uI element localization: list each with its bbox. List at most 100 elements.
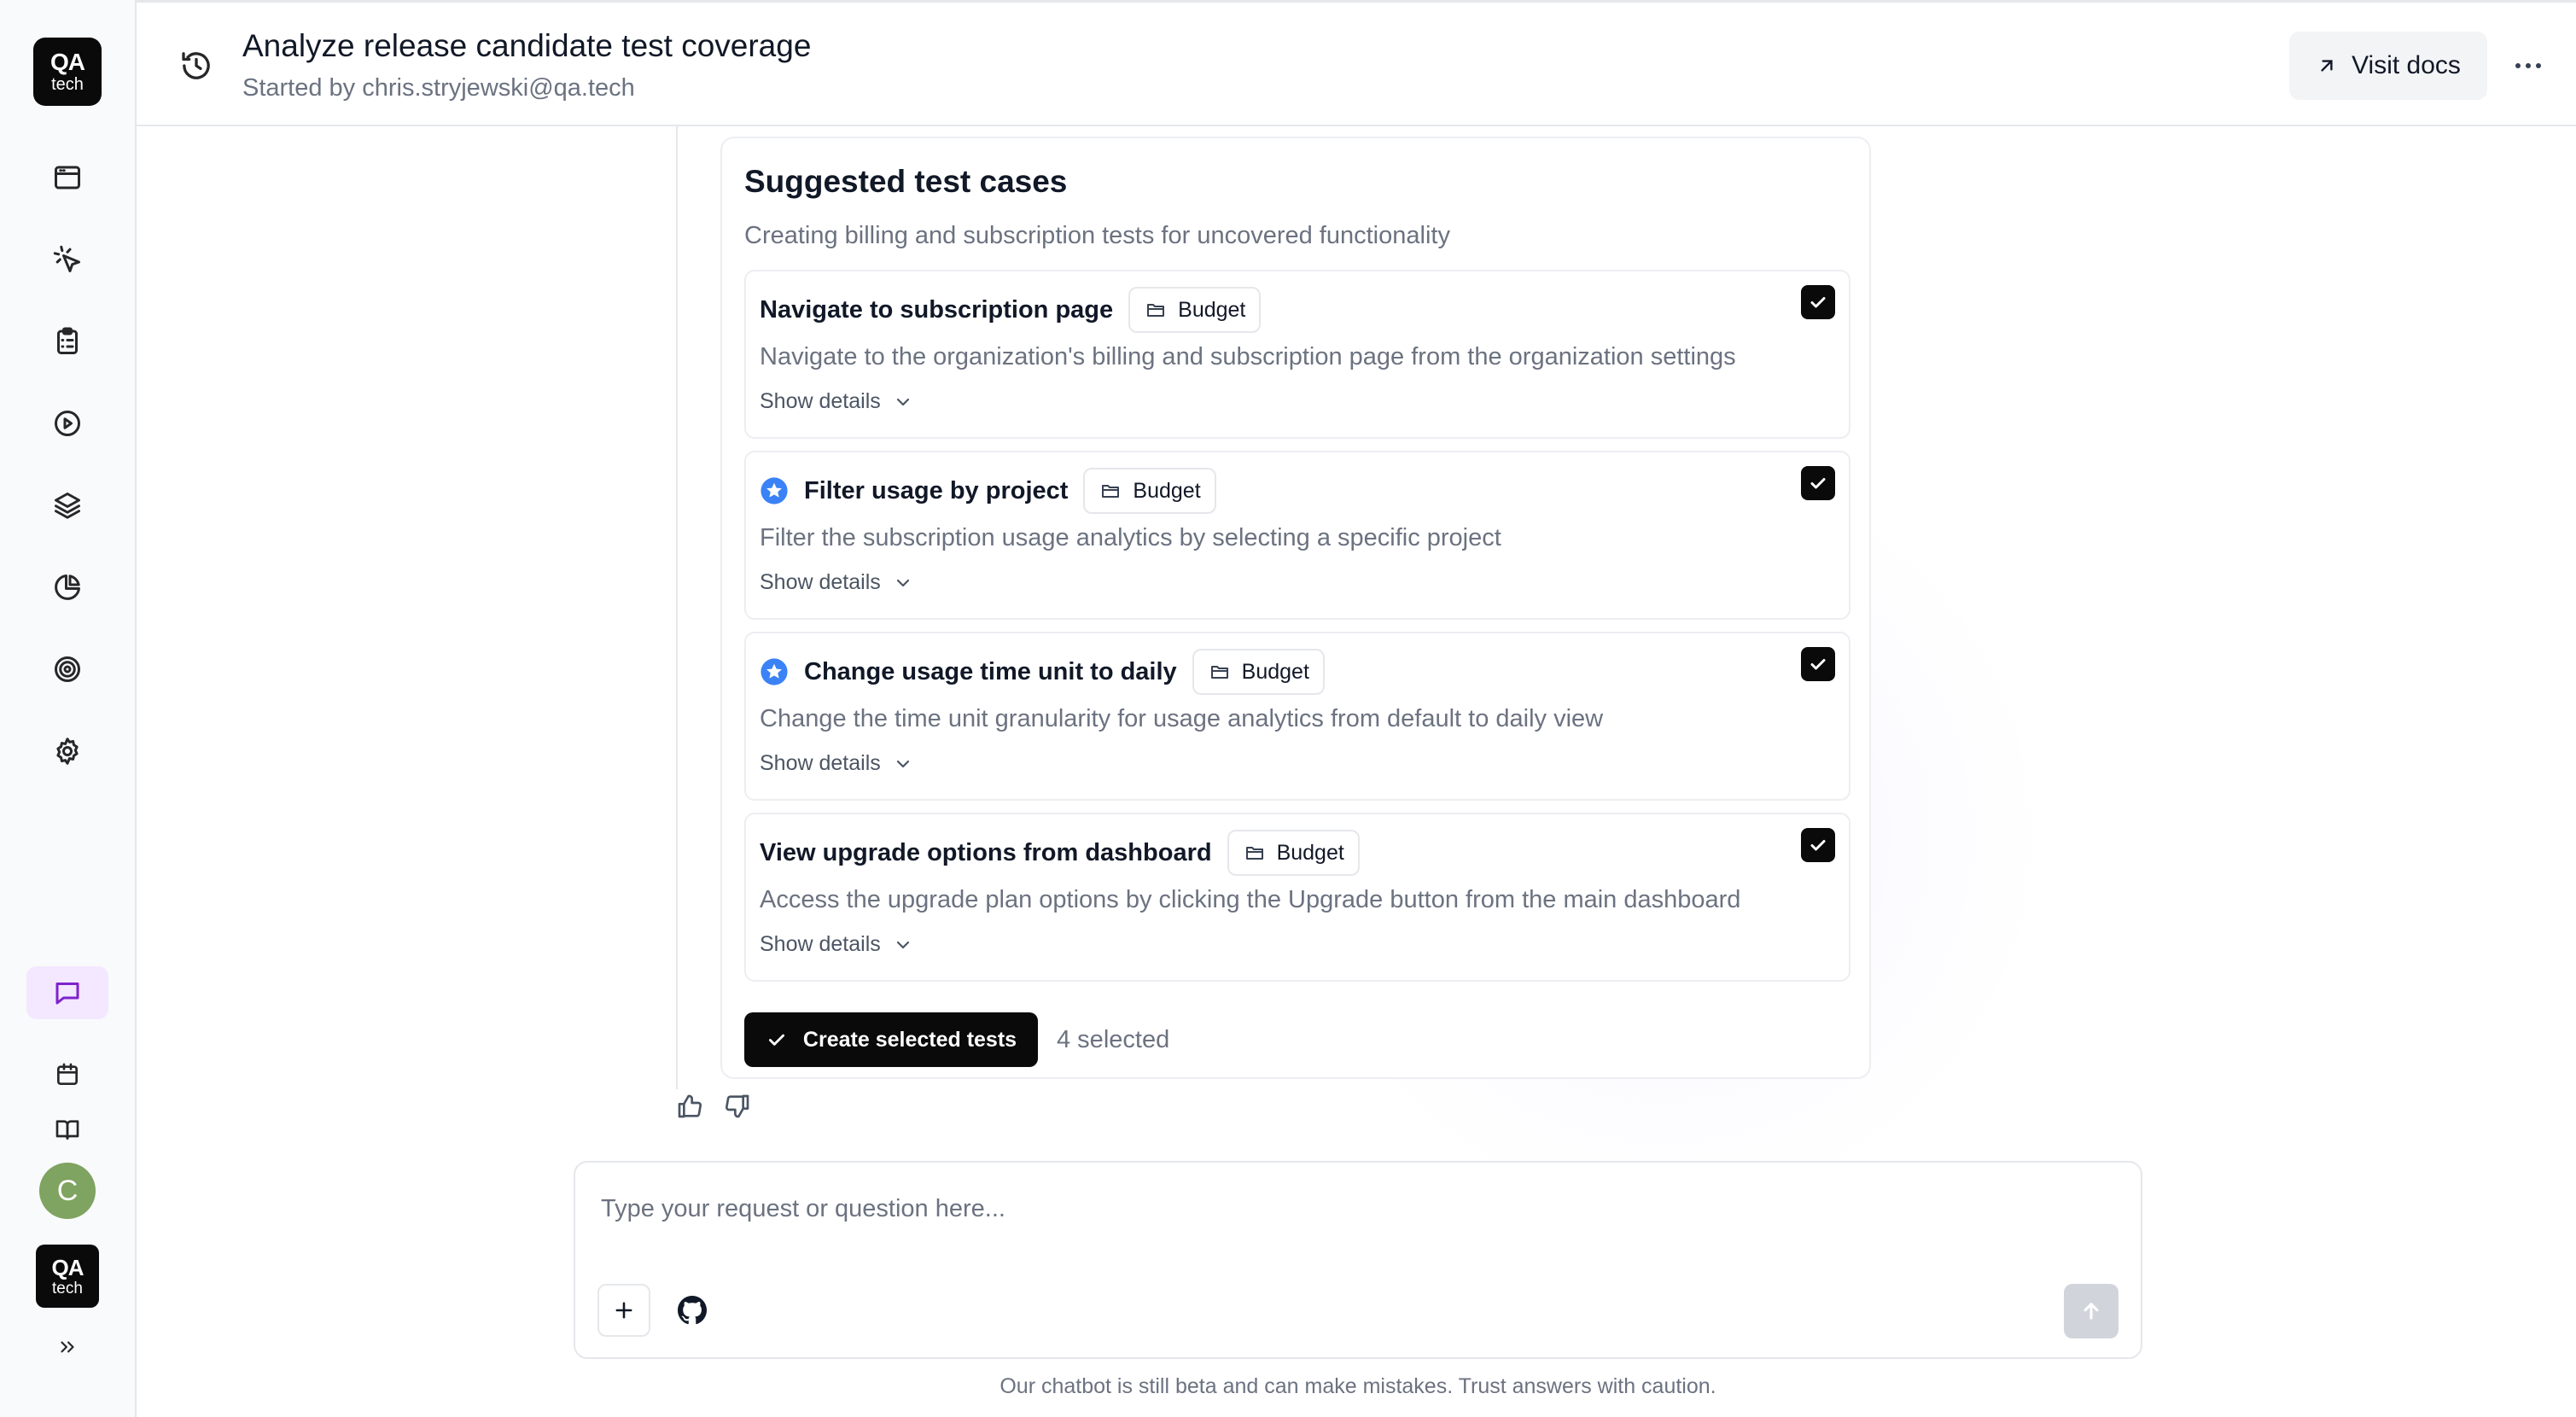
plus-icon (615, 1302, 632, 1319)
expand-sidebar-button[interactable] (41, 1321, 94, 1373)
nav-item-chat[interactable] (26, 966, 108, 1019)
nav-item-environments[interactable] (41, 479, 94, 532)
show-details-label: Show details (760, 932, 881, 956)
show-details-label: Show details (760, 751, 881, 775)
check-icon (1810, 840, 1826, 851)
show-details-toggle[interactable]: Show details (760, 932, 913, 957)
message-composer (574, 1161, 2142, 1359)
pie-chart-icon (55, 574, 80, 600)
test-case-title: Change usage time unit to daily (804, 657, 1177, 685)
nav-item-test-cases[interactable] (41, 315, 94, 368)
folder-tag: Budget (1192, 649, 1325, 695)
folder-tag-label: Budget (1276, 840, 1344, 865)
check-icon (1810, 297, 1826, 308)
show-details-toggle[interactable]: Show details (760, 389, 913, 414)
book-icon (55, 1120, 79, 1140)
thumbs-down-button[interactable] (720, 1089, 755, 1123)
nav-item-calendar[interactable] (41, 1048, 94, 1101)
star-badge-icon (760, 476, 789, 505)
show-details-label: Show details (760, 570, 881, 594)
logo-text-sub: tech (51, 75, 84, 94)
user-avatar[interactable]: C (39, 1163, 96, 1219)
nav-item-browser[interactable] (41, 151, 94, 204)
test-case-description: Filter the subscription usage analytics … (760, 524, 1501, 551)
org-logo-text-sub: tech (52, 1279, 83, 1297)
history-icon (182, 52, 210, 79)
nav-item-goals[interactable] (41, 643, 94, 696)
github-button[interactable] (669, 1287, 715, 1333)
test-case-checkbox[interactable] (1801, 285, 1835, 319)
test-case-item: Navigate to subscription page Budget Nav… (744, 270, 1850, 439)
card-subtitle: Creating billing and subscription tests … (744, 222, 1450, 249)
test-case-title: View upgrade options from dashboard (760, 838, 1212, 866)
nav-item-settings[interactable] (41, 725, 94, 778)
send-button[interactable] (2064, 1284, 2118, 1338)
play-circle-icon (55, 411, 80, 436)
browser-window-icon (55, 166, 80, 190)
message-input[interactable] (601, 1187, 2103, 1231)
create-selected-tests-button[interactable]: Create selected tests (744, 1012, 1038, 1067)
beta-disclaimer: Our chatbot is still beta and can make m… (1000, 1374, 1716, 1398)
chat-main: Suggested test cases Creating billing an… (137, 126, 2576, 1417)
test-case-header: View upgrade options from dashboard Budg… (760, 830, 1360, 876)
folder-tag-label: Budget (1241, 659, 1309, 684)
check-icon (768, 1034, 784, 1046)
star-badge-icon (760, 657, 789, 686)
calendar-icon (57, 1063, 78, 1085)
more-dot (2536, 63, 2541, 68)
show-details-toggle[interactable]: Show details (760, 751, 913, 776)
qa-tech-logo[interactable]: QA tech (33, 38, 102, 106)
test-case-description: Navigate to the organization's billing a… (760, 343, 1736, 370)
nav-item-runs[interactable] (41, 397, 94, 450)
nav-item-docs[interactable] (41, 1103, 94, 1156)
test-case-description: Change the time unit granularity for usa… (760, 705, 1604, 732)
target-icon (55, 656, 80, 682)
test-case-header: Filter usage by project Budget (760, 468, 1216, 514)
folder-icon (1210, 666, 1228, 679)
folder-tag: Budget (1083, 468, 1216, 514)
visit-docs-button[interactable]: Visit docs (2289, 32, 2487, 100)
page-title: Analyze release candidate test coverage (242, 28, 812, 63)
card-title: Suggested test cases (744, 164, 1068, 199)
show-details-toggle[interactable]: Show details (760, 570, 913, 595)
arrow-up-icon (2084, 1303, 2099, 1320)
test-case-title: Filter usage by project (804, 476, 1069, 504)
test-case-checkbox[interactable] (1801, 466, 1835, 500)
nav-item-interactions[interactable] (41, 233, 94, 286)
more-dot (2526, 63, 2531, 68)
thumbs-up-button[interactable] (673, 1089, 707, 1123)
test-case-item: Change usage time unit to daily Budget C… (744, 632, 1850, 801)
test-case-header: Navigate to subscription page Budget (760, 287, 1262, 333)
arrow-up-right-icon (2321, 60, 2333, 72)
organization-logo[interactable]: QA tech (36, 1245, 99, 1308)
check-icon (1810, 659, 1826, 670)
folder-tag: Budget (1227, 830, 1360, 876)
nav-item-analytics[interactable] (41, 561, 94, 614)
gear-icon (56, 738, 79, 765)
chevron-down-icon (896, 941, 909, 948)
conversation-header: Analyze release candidate test coverage … (137, 0, 2576, 126)
visit-docs-label: Visit docs (2352, 51, 2461, 79)
test-case-item: View upgrade options from dashboard Budg… (744, 813, 1850, 982)
clipboard-list-icon (57, 327, 78, 354)
chevrons-right-icon (61, 1341, 74, 1353)
thumbs-up-icon (678, 1094, 702, 1118)
test-case-description: Access the upgrade plan options by click… (760, 886, 1741, 913)
layers-icon (55, 493, 80, 519)
sidebar: QA tech C QA tech (0, 0, 137, 1417)
folder-tag: Budget (1128, 287, 1262, 333)
history-button[interactable] (179, 49, 213, 83)
test-case-checkbox[interactable] (1801, 828, 1835, 862)
cursor-click-icon (53, 245, 80, 272)
test-case-checkbox[interactable] (1801, 647, 1835, 681)
add-attachment-button[interactable] (597, 1284, 650, 1337)
thread-line (676, 126, 678, 1089)
chevron-down-icon (896, 760, 909, 767)
thumbs-down-icon (726, 1094, 749, 1118)
github-icon (678, 1296, 707, 1325)
more-options-button[interactable] (2504, 49, 2552, 83)
test-case-header: Change usage time unit to daily Budget (760, 649, 1325, 695)
folder-tag-label: Budget (1133, 478, 1201, 503)
page-subtitle: Started by chris.stryjewski@qa.tech (242, 74, 635, 102)
chevron-down-icon (896, 398, 909, 405)
